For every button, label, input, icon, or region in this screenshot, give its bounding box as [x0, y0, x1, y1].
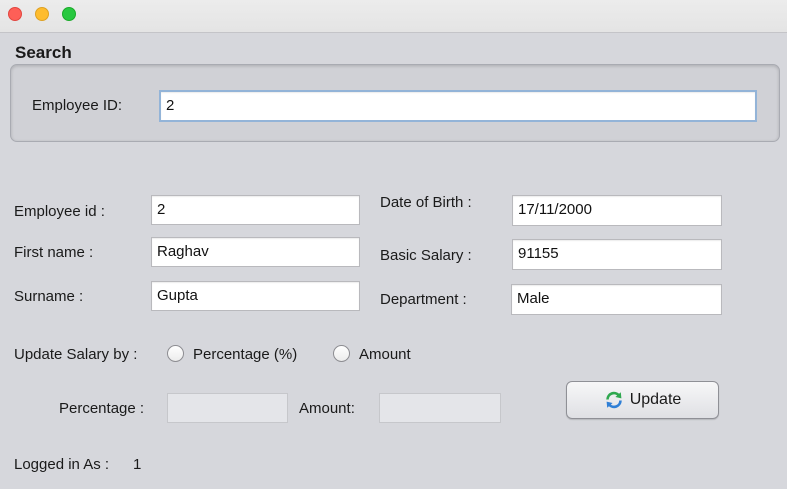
app-window: Search Employee ID: 2 Employee id : 2 Fi… — [0, 0, 787, 489]
title-bar — [0, 0, 787, 33]
surname-field[interactable]: Gupta — [151, 281, 360, 311]
search-employee-id-input[interactable]: 2 — [159, 90, 757, 122]
amount-input[interactable] — [379, 393, 501, 423]
minimize-window-button[interactable] — [35, 7, 49, 21]
dob-label: Date of Birth : — [380, 194, 472, 211]
refresh-icon — [604, 390, 624, 410]
logged-in-label: Logged in As : — [14, 456, 110, 473]
update-button[interactable]: Update — [566, 381, 719, 419]
surname-label: Surname : — [14, 288, 84, 305]
department-label: Department : — [380, 291, 467, 308]
maximize-window-button[interactable] — [62, 7, 76, 21]
amount-radio-label[interactable]: Amount — [359, 346, 411, 363]
close-window-button[interactable] — [8, 7, 22, 21]
percentage-input[interactable] — [167, 393, 288, 423]
search-section-title: Search — [15, 43, 72, 62]
employee-id-label: Employee id : — [14, 203, 105, 220]
percentage-radio[interactable] — [167, 345, 184, 362]
first-name-field[interactable]: Raghav — [151, 237, 360, 267]
search-employee-id-label: Employee ID: — [32, 97, 123, 114]
update-button-label: Update — [629, 391, 682, 408]
percentage-label: Percentage : — [59, 400, 145, 417]
update-salary-by-label: Update Salary by : — [14, 346, 138, 363]
amount-label: Amount: — [299, 400, 355, 417]
amount-radio[interactable] — [333, 345, 350, 362]
basic-salary-field[interactable]: 91155 — [512, 239, 722, 270]
dob-field[interactable]: 17/11/2000 — [512, 195, 722, 226]
employee-id-field[interactable]: 2 — [151, 195, 360, 225]
department-field[interactable]: Male — [511, 284, 722, 315]
logged-in-value: 1 — [133, 456, 142, 473]
percentage-radio-label[interactable]: Percentage (%) — [193, 346, 297, 363]
first-name-label: First name : — [14, 244, 94, 261]
basic-salary-label: Basic Salary : — [380, 247, 472, 264]
